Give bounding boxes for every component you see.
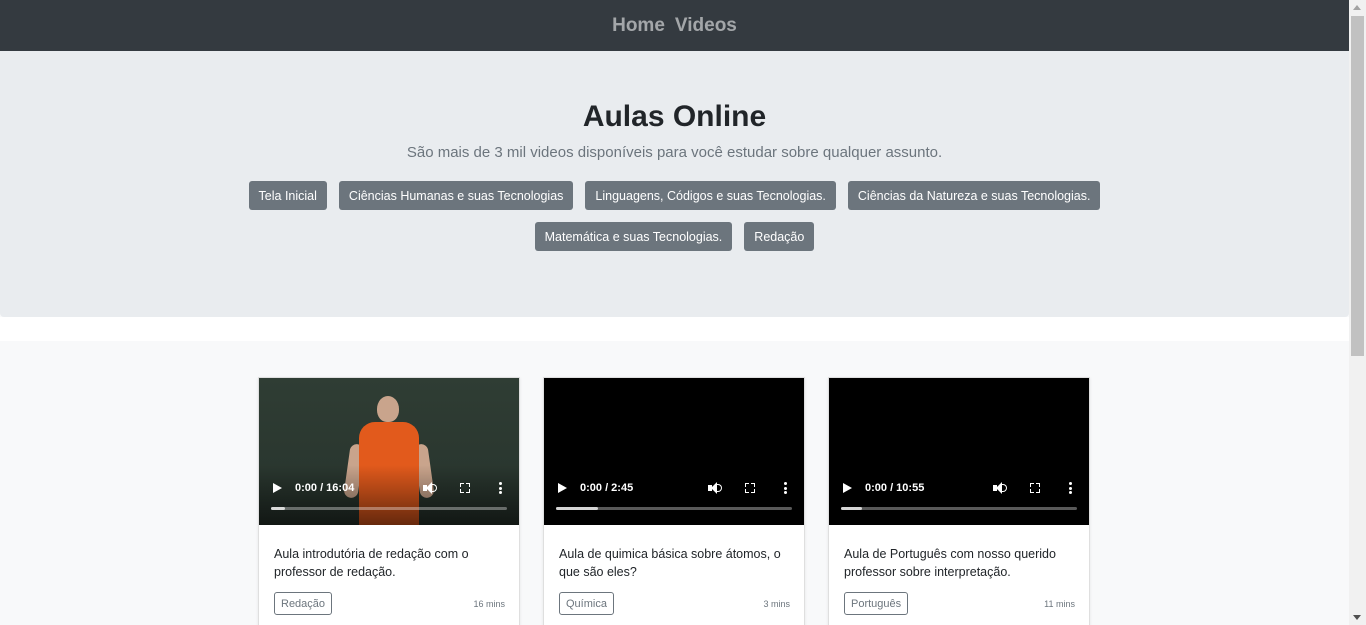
subject-tag[interactable]: Redação	[274, 592, 333, 615]
video-duration: 16 mins	[473, 599, 505, 609]
more-options-icon[interactable]	[499, 482, 502, 494]
video-time: 0:00 / 2:45	[580, 482, 634, 494]
scrollbar-thumb[interactable]	[1351, 16, 1364, 356]
video-player[interactable]: 0:00 / 10:55	[829, 378, 1089, 525]
category-button-matematica[interactable]: Matemática e suas Tecnologias.	[534, 222, 733, 251]
more-options-icon[interactable]	[784, 482, 787, 494]
fullscreen-icon[interactable]	[745, 483, 755, 493]
video-card: 0:00 / 2:45 Aula de quimica básica sobre…	[543, 377, 805, 625]
video-player[interactable]: 0:00 / 16:04	[259, 378, 519, 525]
video-card: 0:00 / 16:04 Aula introdutória de redaçã…	[258, 377, 520, 625]
video-controls	[829, 465, 1089, 525]
nav-home-link[interactable]: Home	[612, 15, 665, 37]
scroll-down-arrow-icon[interactable]	[1353, 615, 1361, 620]
card-body: Aula de quimica básica sobre átomos, o q…	[559, 545, 791, 581]
video-duration: 11 mins	[1044, 599, 1075, 609]
video-time: 0:00 / 10:55	[865, 482, 925, 494]
page-scrollbar[interactable]	[1349, 0, 1366, 625]
video-description: Aula de quimica básica sobre átomos, o q…	[559, 547, 781, 579]
play-icon[interactable]	[273, 483, 282, 493]
category-button-tela-inicial[interactable]: Tela Inicial	[248, 181, 327, 210]
video-duration: 3 mins	[763, 599, 790, 609]
video-progress-bar[interactable]	[271, 507, 507, 510]
hero-section: Aulas Online São mais de 3 mil videos di…	[0, 51, 1349, 317]
fullscreen-icon[interactable]	[460, 483, 470, 493]
hero-lead: São mais de 3 mil videos disponíveis par…	[406, 144, 943, 161]
more-options-icon[interactable]	[1069, 482, 1072, 494]
category-button-redacao[interactable]: Redação	[744, 222, 815, 251]
category-button-ciencias-humanas[interactable]: Ciências Humanas e suas Tecnologias	[338, 181, 574, 210]
video-description: Aula introdutória de redação com o profe…	[274, 547, 469, 579]
subject-tag[interactable]: Química	[559, 592, 614, 615]
category-buttons-row-1: Tela Inicial Ciências Humanas e suas Tec…	[0, 181, 1349, 210]
category-button-linguagens[interactable]: Linguagens, Códigos e suas Tecnologias.	[585, 181, 836, 210]
video-player[interactable]: 0:00 / 2:45	[544, 378, 804, 525]
card-body: Aula de Português com nosso querido prof…	[844, 545, 1076, 581]
category-button-ciencias-natureza[interactable]: Ciências da Natureza e suas Tecnologias.	[847, 181, 1101, 210]
section-divider	[0, 317, 1349, 341]
card-body: Aula introdutória de redação com o profe…	[274, 545, 506, 581]
nav-videos-link[interactable]: Videos	[675, 15, 737, 37]
navbar: Home Videos	[0, 0, 1349, 51]
fullscreen-icon[interactable]	[1030, 483, 1040, 493]
video-card: 0:00 / 10:55 Aula de Português com nosso…	[828, 377, 1090, 625]
subject-tag[interactable]: Português	[844, 592, 909, 615]
video-description: Aula de Português com nosso querido prof…	[844, 547, 1056, 579]
play-icon[interactable]	[558, 483, 567, 493]
scroll-up-arrow-icon[interactable]	[1353, 5, 1361, 10]
volume-icon[interactable]	[708, 482, 722, 494]
video-controls	[544, 465, 804, 525]
volume-icon[interactable]	[993, 482, 1007, 494]
play-icon[interactable]	[843, 483, 852, 493]
video-progress-bar[interactable]	[841, 507, 1077, 510]
video-time: 0:00 / 16:04	[295, 482, 355, 494]
video-progress-bar[interactable]	[556, 507, 792, 510]
category-buttons-row-2: Matemática e suas Tecnologias. Redação	[0, 222, 1349, 251]
video-controls	[259, 465, 519, 525]
volume-icon[interactable]	[423, 482, 437, 494]
page-title: Aulas Online	[582, 100, 767, 133]
